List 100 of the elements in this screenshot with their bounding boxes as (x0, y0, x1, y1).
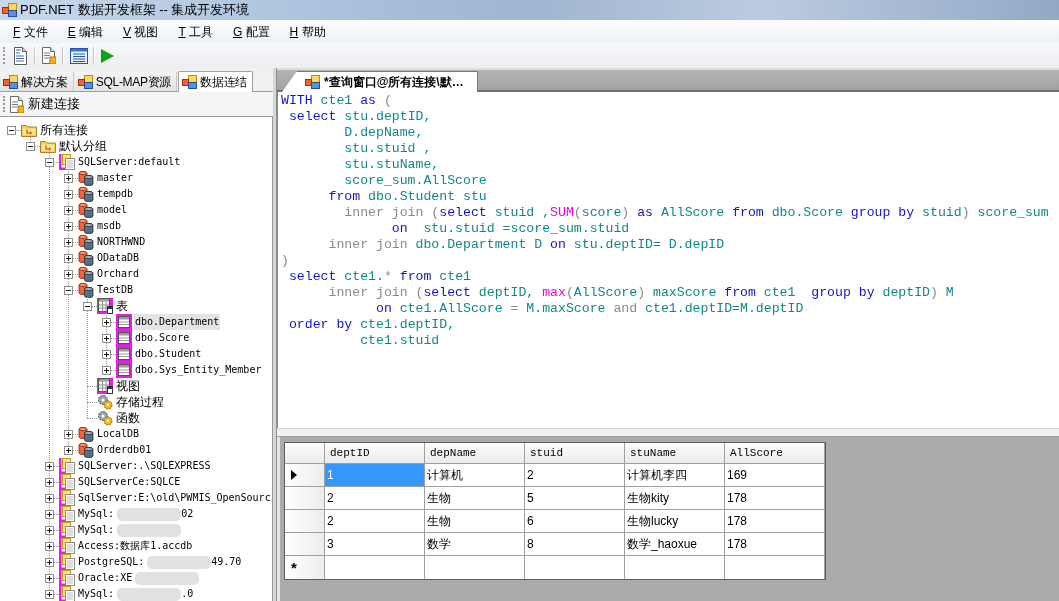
grid-cell[interactable]: 178 (725, 487, 825, 510)
tree-node-label[interactable]: MySql: (77, 586, 116, 601)
column-header[interactable]: stuName (625, 443, 725, 464)
plus-box-icon[interactable] (45, 589, 54, 599)
plus-box-icon[interactable] (64, 445, 73, 455)
tree-node-label[interactable]: Orchard (96, 266, 141, 282)
menu-item[interactable]: G 配置 (225, 21, 277, 42)
tree-node-label[interactable]: MySql: (77, 506, 116, 522)
grid-cell[interactable]: 2 (325, 510, 425, 533)
tree-node-label[interactable]: dbo.Sys_Entity_Member (134, 362, 263, 378)
grid-cell[interactable]: 5 (525, 487, 625, 510)
tree-node-label[interactable]: Oracle:XE (77, 570, 134, 586)
plus-box-icon[interactable] (45, 477, 54, 487)
plus-box-icon[interactable] (45, 573, 54, 583)
toolbar-grip[interactable] (3, 47, 6, 64)
grid-cell[interactable]: 数学_haoxue (625, 533, 725, 556)
document-icon[interactable] (12, 46, 28, 65)
tree-node-label[interactable]: Access:数据库1.accdb (77, 538, 194, 554)
tree-node-label[interactable]: dbo.Student (134, 346, 203, 362)
grid-cell[interactable]: 178 (725, 510, 825, 533)
menu-item[interactable]: T 工具 (171, 21, 220, 42)
grid-cell[interactable]: 3 (325, 533, 425, 556)
tree-node-label[interactable]: tempdb (96, 186, 135, 202)
plus-box-icon[interactable] (45, 461, 54, 471)
menu-item[interactable]: H 帮助 (282, 21, 333, 42)
grid-cell[interactable]: 计算机李四 (625, 464, 725, 487)
panel-tab[interactable]: 数据连结 (178, 71, 253, 92)
plus-box-icon[interactable] (45, 557, 54, 567)
tree-node-label[interactable]: dbo.Score (134, 330, 191, 346)
panel-tab[interactable]: SQL-MAP资源 (74, 72, 178, 91)
tree-node-label[interactable]: 函数 (115, 410, 141, 426)
tree-node-label[interactable]: 所有连接 (39, 122, 89, 138)
tree-node-label[interactable]: MySql: (77, 522, 116, 538)
plus-box-icon[interactable] (64, 429, 73, 439)
grid-cell[interactable]: 生物 (425, 510, 525, 533)
tree-node-label[interactable]: msdb (96, 218, 123, 234)
tree-node-label[interactable]: dbo.Department (134, 314, 221, 330)
plus-box-icon[interactable] (102, 317, 111, 327)
grid-cell[interactable]: 2 (325, 487, 425, 510)
plus-box-icon[interactable] (102, 333, 111, 343)
tree-node-label[interactable]: 视图 (115, 378, 141, 394)
tree-node-label[interactable]: 默认分组 (58, 138, 108, 154)
column-header[interactable]: deptID (325, 443, 425, 464)
plus-box-icon[interactable] (102, 349, 111, 359)
grid-cell[interactable]: 178 (725, 533, 825, 556)
plus-box-icon[interactable] (64, 269, 73, 279)
column-header[interactable]: stuid (525, 443, 625, 464)
menu-item[interactable]: V 视图 (116, 21, 166, 42)
tree-node-label[interactable]: Orderdb01 (96, 442, 153, 458)
tree-node-label[interactable]: .0 (181, 586, 194, 601)
minus-box-icon[interactable] (7, 125, 16, 135)
play-icon[interactable] (101, 48, 114, 63)
minus-box-icon[interactable] (83, 301, 92, 311)
tree-node-label[interactable]: 表 (115, 298, 129, 314)
row-header[interactable] (285, 464, 325, 487)
tree-node-label[interactable]: ODataDB (96, 250, 141, 266)
tree-node-label[interactable]: SqlServer:E:\old\PWMIS_OpenSourc (77, 490, 272, 506)
tree-node-label[interactable]: SQLServer:default (77, 154, 182, 170)
tree-node-label[interactable]: SQLServerCe:SQLCE (77, 474, 182, 490)
column-header[interactable]: depName (425, 443, 525, 464)
grid-cell[interactable]: 169 (725, 464, 825, 487)
minus-box-icon[interactable] (26, 141, 35, 151)
plus-box-icon[interactable] (45, 525, 54, 535)
page-icon[interactable] (42, 47, 56, 64)
plus-box-icon[interactable] (64, 221, 73, 231)
tree-node-label[interactable]: master (96, 170, 135, 186)
tree-node-label[interactable]: SQLServer:.\SQLEXPRESS (77, 458, 212, 474)
menu-item[interactable]: F 文件 (6, 21, 55, 42)
plus-box-icon[interactable] (45, 541, 54, 551)
plus-box-icon[interactable] (102, 365, 111, 375)
plus-box-icon[interactable] (45, 509, 54, 519)
grid-cell[interactable]: 生物lucky (625, 510, 725, 533)
plus-box-icon[interactable] (64, 205, 73, 215)
grid-cell[interactable]: 8 (525, 533, 625, 556)
tree-node-label[interactable]: 存储过程 (115, 394, 165, 410)
editor-tab[interactable]: *查询窗口@所有连接\默… (282, 71, 478, 92)
list-window-icon[interactable] (70, 47, 88, 64)
tree-node-label[interactable]: LocalDB (96, 426, 141, 442)
column-header[interactable]: AllScore (725, 443, 825, 464)
tree-node-label[interactable]: TestDB (96, 282, 135, 298)
tree-node-label[interactable]: 02 (181, 506, 194, 522)
plus-box-icon[interactable] (64, 253, 73, 263)
toolbar-grip[interactable] (3, 96, 6, 112)
grid-cell[interactable]: 计算机 (425, 464, 525, 487)
menu-item[interactable]: E 编辑 (60, 21, 111, 42)
tree-node-label[interactable]: NORTHWND (96, 234, 147, 250)
plus-box-icon[interactable] (45, 493, 54, 503)
grid-cell[interactable]: 2 (525, 464, 625, 487)
grid-cell[interactable]: 6 (525, 510, 625, 533)
grid-cell[interactable]: 生物 (425, 487, 525, 510)
minus-box-icon[interactable] (45, 157, 54, 167)
plus-box-icon[interactable] (64, 237, 73, 247)
tree-node-label[interactable]: model (96, 202, 129, 218)
tree-node-label[interactable]: 49.70 (211, 554, 242, 570)
grid-cell[interactable]: 数学 (425, 533, 525, 556)
grid-cell[interactable]: 生物kity (625, 487, 725, 510)
tree-node-label[interactable]: PostgreSQL: (77, 554, 146, 570)
sql-editor[interactable] (277, 92, 1059, 428)
panel-tab[interactable]: 解决方案 (0, 72, 74, 91)
minus-box-icon[interactable] (64, 285, 73, 295)
